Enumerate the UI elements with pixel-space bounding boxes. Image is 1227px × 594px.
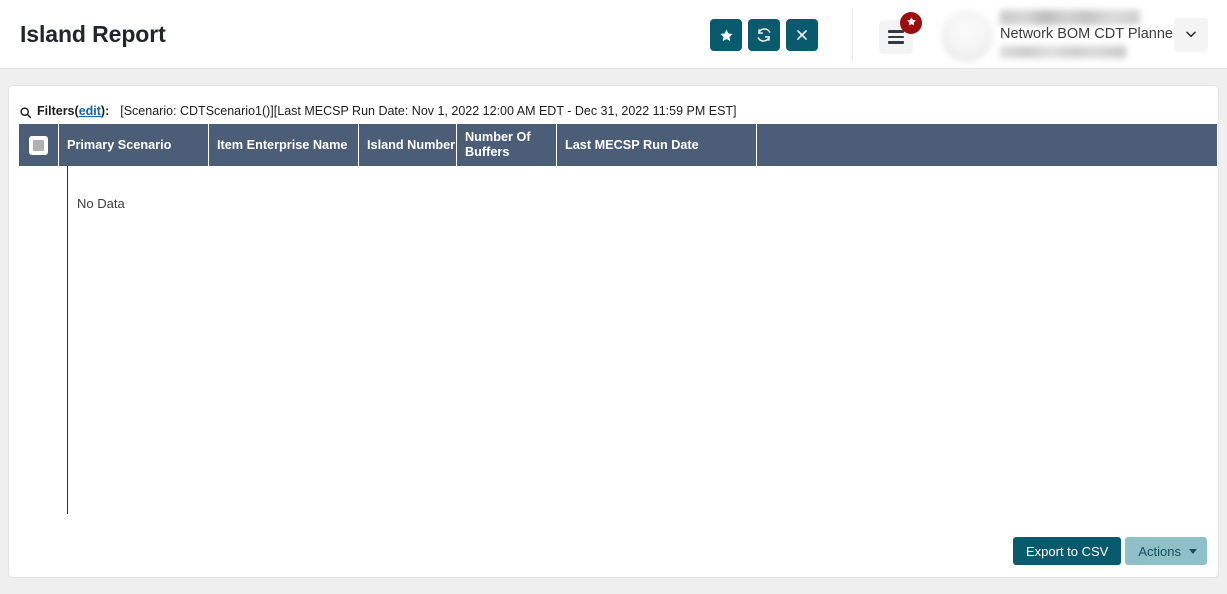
star-icon [719, 28, 734, 43]
status-badge [900, 12, 922, 34]
close-button[interactable] [786, 19, 818, 51]
star-icon [906, 16, 917, 30]
user-info: Network BOM CDT Planner [1000, 8, 1178, 60]
filters-bar: Filters ( edit ): [Scenario: CDTScenario… [19, 104, 737, 118]
table-column-divider [67, 166, 68, 514]
table-header-row: Primary Scenario Item Enterprise Name Is… [19, 124, 1217, 166]
app-root: Island Report Network BOM CDT Planner Fi… [0, 0, 1227, 594]
checkbox-indeterminate-mark [33, 139, 44, 151]
table-footer-actions: Export to CSV Actions [1012, 537, 1207, 565]
menu-with-badge [879, 12, 922, 56]
column-header-item-enterprise-name[interactable]: Item Enterprise Name [209, 124, 359, 166]
empty-state-message: No Data [77, 196, 125, 211]
app-header: Island Report Network BOM CDT Planner [0, 0, 1227, 69]
page-title: Island Report [20, 21, 166, 47]
actions-dropdown-button[interactable]: Actions [1125, 537, 1207, 565]
search-icon [19, 106, 32, 119]
content-panel: Filters ( edit ): [Scenario: CDTScenario… [8, 85, 1219, 578]
avatar [941, 10, 993, 62]
filters-edit-link[interactable]: edit [79, 104, 101, 118]
select-all-cell [19, 124, 59, 166]
refresh-icon [756, 27, 772, 43]
column-header-spacer [757, 124, 1217, 166]
column-header-primary-scenario[interactable]: Primary Scenario [59, 124, 209, 166]
header-divider [852, 8, 853, 60]
user-role: Network BOM CDT Planner [1000, 26, 1178, 42]
filters-summary: [Scenario: CDTScenario1()][Last MECSP Ru… [120, 104, 737, 118]
hamburger-menu-icon [888, 30, 904, 33]
favorite-button[interactable] [710, 19, 742, 51]
hamburger-menu-icon-line2 [888, 35, 904, 39]
filters-close-paren: ): [100, 104, 110, 118]
column-header-number-of-buffers[interactable]: Number Of Buffers [457, 124, 557, 166]
column-header-last-mecsp-run-date[interactable]: Last MECSP Run Date [557, 124, 757, 166]
user-menu-button[interactable] [1174, 18, 1208, 52]
user-name-redacted [1000, 10, 1140, 25]
select-all-checkbox[interactable] [29, 135, 48, 155]
user-email-redacted [1000, 46, 1126, 58]
refresh-button[interactable] [748, 19, 780, 51]
close-icon [795, 28, 809, 42]
hamburger-menu-icon-line3 [888, 41, 904, 44]
actions-button-label: Actions [1138, 543, 1181, 559]
island-report-table: Primary Scenario Item Enterprise Name Is… [19, 124, 1217, 514]
caret-down-icon [1189, 548, 1197, 554]
filters-label: Filters [37, 104, 75, 118]
export-to-csv-button[interactable]: Export to CSV [1012, 537, 1122, 565]
table-body: No Data [19, 166, 1217, 514]
column-header-island-number[interactable]: Island Number [359, 124, 457, 166]
chevron-down-icon [1184, 27, 1198, 44]
header-action-buttons [710, 19, 818, 51]
